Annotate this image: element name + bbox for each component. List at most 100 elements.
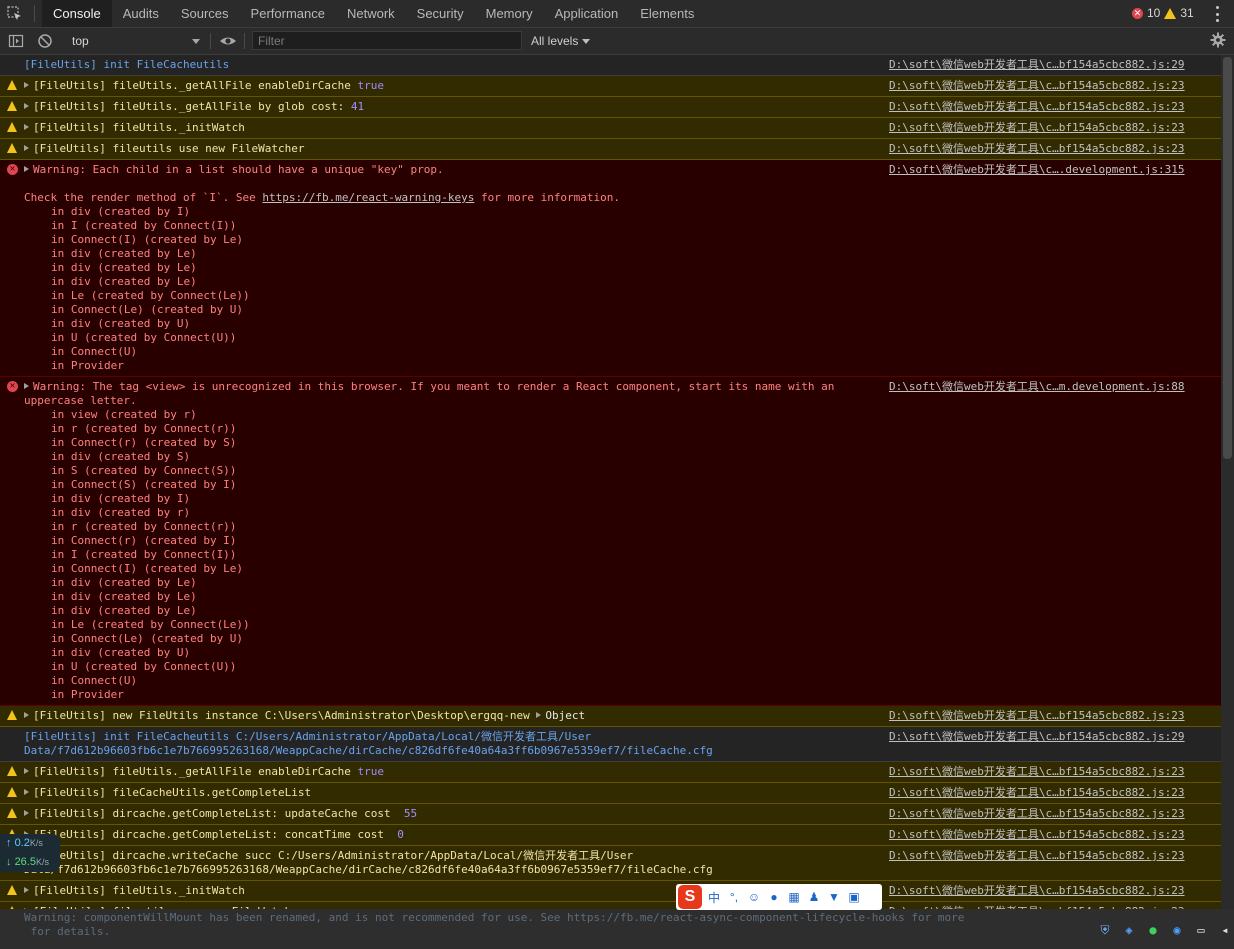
expand-triangle-icon[interactable] [24, 124, 29, 130]
warn-message[interactable]: [FileUtils] dircache.getCompleteList: co… [0, 825, 1221, 846]
tab-security[interactable]: Security [406, 0, 475, 27]
message-body: [FileUtils] fileUtils._initWatch [33, 884, 245, 897]
download-value: 26.5 [14, 856, 36, 868]
punctuation-icon[interactable]: °, [726, 889, 742, 905]
source-link[interactable]: D:\soft\微信web开发者工具\c…bf154a5cbc882.js:23 [889, 765, 1185, 779]
wechat-tray-icon[interactable]: ● [1144, 921, 1162, 939]
warn-message[interactable]: [FileUtils] fileutils use new FileWatche… [0, 902, 1221, 909]
keyboard-icon[interactable]: ▦ [786, 889, 802, 905]
tab-performance[interactable]: Performance [240, 0, 336, 27]
download-speed: ↓ 26.5K/s [6, 856, 49, 868]
warn-message[interactable]: [FileUtils] new FileUtils instance C:\Us… [0, 706, 1221, 727]
expand-triangle-icon[interactable] [24, 768, 29, 774]
message-body: [FileUtils] init FileCacheutils [24, 58, 230, 71]
object-preview[interactable]: Object [545, 709, 585, 722]
message-text: [FileUtils] dircache.writeCache succ C:/… [24, 849, 713, 877]
source-link[interactable]: D:\soft\微信web开发者工具\c…bf154a5cbc882.js:23 [889, 884, 1185, 898]
tab-application[interactable]: Application [544, 0, 630, 27]
info-message[interactable]: [FileUtils] init FileCacheutils D:\soft\微… [0, 55, 1221, 76]
scrollbar-thumb[interactable] [1223, 57, 1232, 459]
expand-triangle-icon[interactable] [24, 145, 29, 151]
source-link[interactable]: D:\soft\微信web开发者工具\c…bf154a5cbc882.js:23 [889, 828, 1185, 842]
emoji-icon[interactable]: ☺ [746, 889, 762, 905]
error-message[interactable]: ✕ Warning: Each child in a list should ha… [0, 160, 1221, 377]
source-link[interactable]: D:\soft\微信web开发者工具\c…bf154a5cbc882.js:23 [889, 786, 1185, 800]
message-body: [FileUtils] fileUtils._getAllFile enable… [33, 79, 358, 92]
message-body: [FileUtils] init FileCacheutils C:/Users… [24, 730, 713, 757]
source-link[interactable]: D:\soft\微信web开发者工具\c…m.development.js:88 [889, 380, 1185, 394]
source-link[interactable]: D:\soft\微信web开发者工具\c…bf154a5cbc882.js:23 [889, 849, 1185, 863]
stack-frame: in div (created by Le) [51, 604, 197, 617]
source-link[interactable]: D:\soft\微信web开发者工具\c…bf154a5cbc882.js:23 [889, 807, 1185, 821]
expand-triangle-icon[interactable] [24, 887, 29, 893]
tab-audits[interactable]: Audits [112, 0, 170, 27]
clear-console-icon[interactable] [37, 33, 53, 52]
sidebar-toggle-icon[interactable] [8, 33, 24, 52]
expand-triangle-icon[interactable] [24, 166, 29, 172]
source-link[interactable]: D:\soft\微信web开发者工具\c…bf154a5cbc882.js:23 [889, 709, 1185, 723]
filter-input[interactable] [252, 31, 522, 50]
source-link[interactable]: D:\soft\微信web开发者工具\c…bf154a5cbc882.js:29 [889, 730, 1185, 744]
user-icon[interactable]: ♟ [806, 889, 822, 905]
source-link[interactable]: D:\soft\微信web开发者工具\c…bf154a5cbc882.js:29 [889, 58, 1185, 72]
error-message[interactable]: ✕ Warning: The tag <view> is unrecognized… [0, 377, 1221, 706]
issue-counts[interactable]: ✕ 10 31 [1132, 6, 1194, 20]
log-levels-value: All levels [531, 34, 579, 48]
source-link[interactable]: D:\soft\微信web开发者工具\c…bf154a5cbc882.js:23 [889, 142, 1185, 156]
context-value: top [72, 34, 89, 48]
source-link[interactable]: D:\soft\微信web开发者工具\c…bf154a5cbc882.js:23 [889, 121, 1185, 135]
warn-message[interactable]: [FileUtils] fileUtils._initWatch D:\soft\… [0, 881, 1221, 902]
source-link[interactable]: D:\soft\微信web开发者工具\c…bf154a5cbc882.js:23 [889, 79, 1185, 93]
expand-triangle-icon[interactable] [24, 789, 29, 795]
skin-icon[interactable]: ▼ [826, 889, 842, 905]
tab-sources[interactable]: Sources [170, 0, 240, 27]
tab-console[interactable]: Console [42, 0, 112, 27]
object-expand-icon[interactable] [536, 712, 542, 718]
ime-logo-icon[interactable]: S [678, 885, 702, 909]
microphone-icon[interactable]: ● [766, 889, 782, 905]
warn-message[interactable]: [FileUtils] fileUtils._getAllFile by glo… [0, 97, 1221, 118]
toolbox-icon[interactable]: ▣ [846, 889, 862, 905]
warn-message[interactable]: [FileUtils] dircache.getCompleteList: up… [0, 804, 1221, 825]
context-selector[interactable]: top [66, 31, 204, 51]
warning-icon [7, 143, 17, 153]
message-text: [FileUtils] fileCacheUtils.getCompleteLi… [24, 786, 311, 800]
chevron-down-icon [582, 39, 591, 45]
security-tray-icon[interactable]: ⛨ [1096, 921, 1114, 939]
expand-triangle-icon[interactable] [24, 712, 29, 718]
expand-triangle-icon[interactable] [24, 810, 29, 816]
stack-frame: in Connect(S) (created by I) [51, 478, 237, 491]
expand-triangle-icon[interactable] [24, 103, 29, 109]
warn-message[interactable]: [FileUtils] fileUtils._getAllFile enable… [0, 76, 1221, 97]
tab-network[interactable]: Network [336, 0, 406, 27]
shield-tray-icon[interactable]: ◈ [1120, 921, 1138, 939]
message-text: [FileUtils] init FileCacheutils [24, 58, 229, 72]
sound-tray-icon[interactable]: ◂ [1216, 921, 1234, 939]
log-levels-dropdown[interactable]: All levels [531, 32, 591, 50]
source-link[interactable]: D:\soft\微信web开发者工具\c….development.js:315 [889, 163, 1185, 177]
stack-frame: in Connect(Le) (created by U) [51, 303, 244, 316]
tab-elements[interactable]: Elements [629, 0, 705, 27]
source-link[interactable]: D:\soft\微信web开发者工具\c…bf154a5cbc882.js:23 [889, 100, 1185, 114]
warn-message[interactable]: [FileUtils] fileutils use new FileWatche… [0, 139, 1221, 160]
warn-message[interactable]: [FileUtils] fileUtils._getAllFile enable… [0, 762, 1221, 783]
stack-frame: in div (created by I) [51, 205, 191, 218]
expand-triangle-icon[interactable] [24, 82, 29, 88]
ime-mode[interactable]: 中 [706, 889, 722, 905]
kebab-menu-icon[interactable] [1213, 6, 1221, 22]
console-scrollbar[interactable] [1221, 55, 1234, 909]
message-value: 55 [403, 807, 418, 820]
tab-memory[interactable]: Memory [475, 0, 544, 27]
warn-message[interactable]: [FileUtils] fileUtils._initWatch D:\soft\… [0, 118, 1221, 139]
docs-link[interactable]: https://fb.me/react-warning-keys [262, 191, 474, 204]
warn-message[interactable]: [FileUtils] fileCacheUtils.getCompleteLi… [0, 783, 1221, 804]
gear-icon[interactable] [1210, 32, 1226, 51]
chevron-down-icon [192, 39, 200, 44]
inspect-icon[interactable] [6, 5, 24, 23]
warn-message[interactable]: [FileUtils] dircache.writeCache succ C:/… [0, 846, 1221, 881]
expand-triangle-icon[interactable] [24, 383, 29, 389]
browser-tray-icon[interactable]: ◉ [1168, 921, 1186, 939]
eye-icon[interactable] [219, 33, 237, 52]
info-message[interactable]: [FileUtils] init FileCacheutils C:/Users… [0, 727, 1221, 762]
network-tray-icon[interactable]: ▭ [1192, 921, 1210, 939]
